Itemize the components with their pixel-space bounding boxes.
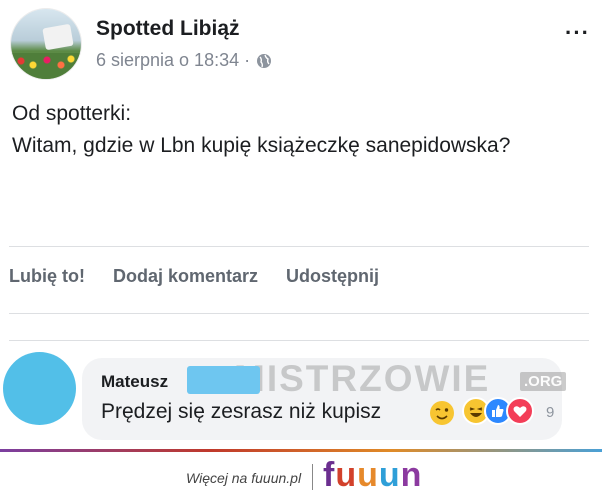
more-options-icon[interactable]: ··· (565, 22, 590, 44)
logo-letter: n (400, 456, 423, 494)
page-name-link[interactable]: Spotted Libiąż (96, 17, 240, 41)
name-redaction (187, 366, 260, 394)
love-reaction-icon (506, 397, 534, 425)
post-body-line-1: Od spotterki: (12, 102, 132, 125)
post-body: Od spotterki: Witam, gdzie w Lbn kupię k… (12, 98, 592, 162)
commenter-avatar[interactable] (3, 352, 76, 425)
globe-icon (257, 53, 272, 68)
divider-top (9, 246, 589, 247)
divider-middle (9, 313, 589, 314)
comment-button[interactable]: Dodaj komentarz (113, 266, 258, 287)
footer-more-text[interactable]: Więcej na fuuun.pl (186, 470, 301, 486)
share-button[interactable]: Udostępnij (286, 266, 379, 287)
page-avatar[interactable] (11, 9, 81, 79)
post-actions: Lubię to! Dodaj komentarz Udostępnij (9, 266, 379, 287)
wink-emoji-icon (430, 401, 454, 425)
logo-letter: u (357, 456, 379, 494)
post-timestamp[interactable]: 6 sierpnia o 18:34 · (96, 50, 250, 71)
avatar-flowers (11, 53, 81, 79)
reaction-count: 9 (546, 404, 555, 421)
watermark: MISTRZOWIE (234, 358, 491, 399)
avatar-sign (42, 23, 74, 51)
commenter-name[interactable]: Mateusz (101, 372, 168, 392)
footer-gradient-line (0, 449, 602, 452)
logo-letter: u (378, 456, 401, 494)
like-button[interactable]: Lubię to! (9, 266, 85, 287)
post-meta: 6 sierpnia o 18:34 · (96, 50, 272, 71)
logo-letter: f (323, 456, 336, 494)
logo-letter: u (335, 456, 358, 494)
comment-text: Prędzej się zesrasz niż kupisz (101, 400, 382, 423)
footer-separator (312, 464, 313, 490)
divider-bottom (9, 340, 589, 341)
watermark-org: .ORG (520, 372, 567, 391)
footer-logo[interactable]: fuuun (323, 456, 422, 495)
post-body-line-2: Witam, gdzie w Lbn kupię książeczkę sane… (12, 134, 511, 157)
